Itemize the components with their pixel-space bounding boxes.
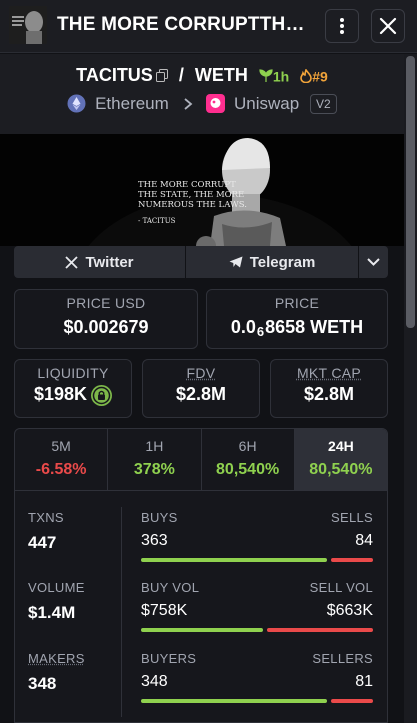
liquidity-value: $198K	[33, 384, 88, 404]
ethereum-icon	[67, 94, 86, 113]
chain-name[interactable]: Ethereum	[95, 94, 169, 113]
tab-1h[interactable]: 1H 378%	[108, 429, 202, 490]
x-twitter-icon	[65, 255, 79, 269]
telegram-button[interactable]: Telegram	[186, 246, 358, 278]
trending-rank: #9	[312, 67, 328, 84]
fdv-card: FDV $2.8M	[142, 359, 260, 418]
tab-6h[interactable]: 6H 80,540%	[202, 429, 295, 490]
buys-value: 363	[141, 532, 168, 549]
pair-title: TACITUS / WETH 1h #9	[0, 64, 404, 86]
scrollbar-thumb[interactable]	[406, 56, 415, 328]
sells-label: SELLS	[331, 510, 373, 525]
volume-bar	[141, 628, 373, 632]
pair-info: TACITUS / WETH 1h #9 Ethereum Uniswap V2	[0, 54, 404, 134]
chevron-down-icon	[367, 258, 380, 266]
base-token: TACITUS	[76, 64, 153, 85]
liquidity-card: LIQUIDITY $198K	[14, 359, 132, 418]
buy-vol-bar-fill	[141, 628, 263, 632]
uniswap-icon	[206, 94, 226, 114]
buyers-value: 348	[141, 673, 168, 690]
txns-row: TXNS 447 BUYS SELLS 363 84	[15, 510, 387, 580]
copy-icon[interactable]	[155, 68, 168, 82]
close-icon	[379, 17, 397, 35]
network-line: Ethereum Uniswap V2	[0, 93, 404, 114]
volume-value: $1.4M	[28, 603, 76, 622]
dex-version-badge: V2	[309, 93, 337, 114]
market-cap-value: $2.8M	[303, 384, 355, 404]
buy-vol-value: $758K	[141, 602, 188, 619]
token-banner-image: THE MORE CORRUPT THE STATE, THE MORE NUM…	[0, 134, 404, 246]
quote-token: WETH	[194, 64, 248, 85]
price-usd-card: PRICE USD $0.002679	[14, 289, 198, 349]
dex-name[interactable]: Uniswap	[234, 94, 299, 113]
market-cap-label: MKT CAP	[296, 365, 362, 381]
header-bar: THE MORE CORRUPTTHE STATE	[0, 0, 417, 53]
txns-value: 447	[28, 533, 57, 552]
close-button[interactable]	[371, 9, 405, 43]
market-cap-card: MKT CAP $2.8M	[270, 359, 388, 418]
makers-value: 348	[28, 674, 57, 693]
seedling-icon	[259, 69, 273, 83]
token-thumbnail	[9, 6, 47, 44]
sell-vol-value: $663K	[326, 602, 373, 619]
twitter-button[interactable]: Twitter	[14, 246, 185, 278]
tab-24h[interactable]: 24H 80,540%	[294, 429, 387, 490]
more-vertical-icon	[340, 18, 344, 34]
liquidity-label: LIQUIDITY	[37, 365, 109, 381]
price-native-label: PRICE	[274, 295, 320, 311]
fdv-label: FDV	[186, 365, 216, 381]
more-links-button[interactable]	[359, 246, 388, 278]
flame-icon	[300, 68, 313, 84]
buys-bar-fill	[141, 558, 327, 562]
volume-label: VOLUME	[28, 580, 85, 595]
telegram-icon	[229, 256, 243, 268]
lock-icon	[91, 384, 113, 406]
chevron-right-icon	[183, 97, 192, 110]
volume-row: VOLUME $1.4M BUY VOL SELL VOL $758K $663K	[15, 580, 387, 650]
pair-age: 1h	[272, 67, 290, 84]
makers-label: MAKERS	[28, 651, 85, 666]
price-usd-label: PRICE USD	[66, 295, 146, 311]
stats-panel: 5M -6.58% 1H 378% 6H 80,540% 24H 80,540%…	[14, 428, 388, 723]
sells-value: 84	[355, 532, 373, 549]
buyers-label: BUYERS	[141, 651, 197, 666]
price-usd-value: $0.002679	[63, 317, 149, 337]
makers-row: MAKERS 348 BUYERS SELLERS 348 81	[15, 651, 387, 721]
more-options-button[interactable]	[325, 9, 359, 43]
sellers-bar-fill	[331, 699, 373, 703]
sell-vol-bar-fill	[267, 628, 373, 632]
pair-separator: /	[178, 64, 184, 85]
tab-5m[interactable]: 5M -6.58%	[15, 429, 109, 490]
price-native-card: PRICE 0.068658 WETH	[206, 289, 388, 349]
buys-sells-bar	[141, 558, 373, 562]
sellers-value: 81	[355, 673, 373, 690]
timeframe-tabs: 5M -6.58% 1H 378% 6H 80,540% 24H 80,540%	[15, 429, 387, 491]
price-native-value: 0.068658 WETH	[230, 317, 364, 339]
buys-label: BUYS	[141, 510, 178, 525]
page-title: THE MORE CORRUPTTHE STATE	[57, 14, 307, 35]
buyers-sellers-bar	[141, 699, 373, 703]
buyers-bar-fill	[141, 699, 327, 703]
fdv-value: $2.8M	[175, 384, 227, 404]
sellers-label: SELLERS	[312, 651, 373, 666]
sell-vol-label: SELL VOL	[309, 580, 373, 595]
txns-label: TXNS	[28, 510, 64, 525]
buy-vol-label: BUY VOL	[141, 580, 200, 595]
social-links: Twitter Telegram	[14, 246, 388, 278]
sells-bar-fill	[331, 558, 373, 562]
banner-quote: THE MORE CORRUPT THE STATE, THE MORE NUM…	[138, 180, 247, 225]
